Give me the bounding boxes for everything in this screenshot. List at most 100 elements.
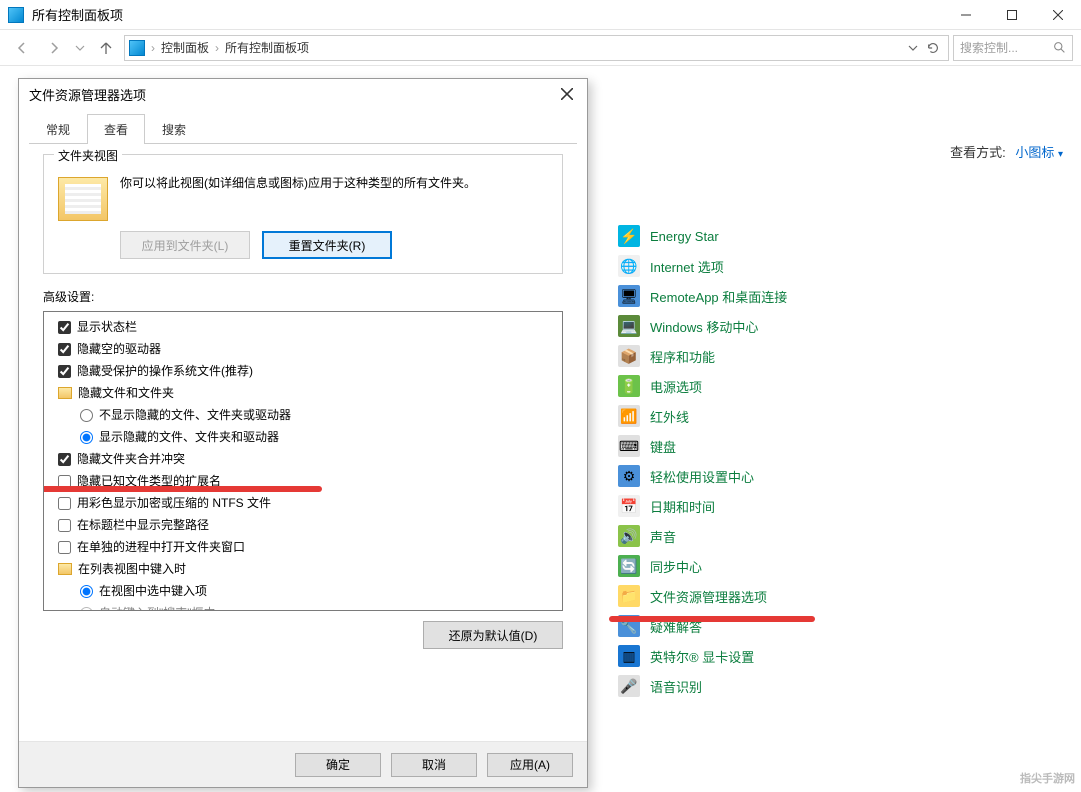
tree-label: 隐藏文件和文件夹 — [78, 382, 174, 404]
item-icon: 🎤 — [618, 675, 640, 697]
checkbox-show-full-path[interactable] — [58, 519, 71, 532]
tree-label: 在列表视图中键入时 — [78, 558, 186, 580]
control-panel-item[interactable]: ▥ 英特尔® 显卡设置 — [618, 641, 787, 671]
checkbox-hide-protected-os[interactable] — [58, 365, 71, 378]
reset-folders-button[interactable]: 重置文件夹(R) — [262, 231, 392, 259]
checkbox-separate-process[interactable] — [58, 541, 71, 554]
control-panel-icon — [8, 7, 24, 23]
window-titlebar: 所有控制面板项 — [0, 0, 1081, 30]
address-bar[interactable]: › 控制面板 › 所有控制面板项 — [124, 35, 949, 61]
search-icon — [1053, 41, 1066, 54]
group-legend: 文件夹视图 — [54, 147, 122, 164]
control-panel-item[interactable]: ⌨键盘 — [618, 431, 787, 461]
item-icon: ▥ — [618, 645, 640, 667]
navigation-bar: › 控制面板 › 所有控制面板项 搜索控制... — [0, 30, 1081, 66]
item-label: 红外线 — [650, 407, 689, 426]
checkbox-hide-empty-drives[interactable] — [58, 343, 71, 356]
search-input[interactable]: 搜索控制... — [953, 35, 1073, 61]
tree-label: 显示隐藏的文件、文件夹和驱动器 — [99, 426, 279, 448]
close-button[interactable] — [1035, 0, 1081, 30]
apply-to-folders-button[interactable]: 应用到文件夹(L) — [120, 231, 250, 259]
item-label: 轻松使用设置中心 — [650, 467, 754, 486]
tree-label: 隐藏空的驱动器 — [77, 338, 161, 360]
item-icon: 🔄 — [618, 555, 640, 577]
item-label: 文件资源管理器选项 — [650, 587, 767, 606]
item-label: 声音 — [650, 527, 676, 546]
apply-button[interactable]: 应用(A) — [487, 753, 573, 777]
control-panel-item[interactable]: 🔋 电源选项 — [618, 371, 787, 401]
folder-icon — [58, 177, 108, 221]
item-label: Windows 移动中心 — [650, 317, 758, 336]
control-panel-item[interactable]: 🌐Internet 选项 — [618, 251, 787, 281]
dialog-close-button[interactable] — [557, 84, 577, 104]
radio-select-typed[interactable] — [80, 585, 93, 598]
folder-view-group: 文件夹视图 你可以将此视图(如详细信息或图标)应用于这种类型的所有文件夹。 应用… — [43, 154, 563, 274]
item-label: 日期和时间 — [650, 497, 715, 516]
restore-defaults-button[interactable]: 还原为默认值(D) — [423, 621, 563, 649]
folder-view-text: 你可以将此视图(如详细信息或图标)应用于这种类型的所有文件夹。 — [120, 173, 548, 221]
control-panel-item[interactable]: ⚡Energy Star — [618, 221, 787, 251]
control-panel-item[interactable]: 📦程序和功能 — [618, 341, 787, 371]
tree-label: 在单独的进程中打开文件夹窗口 — [77, 536, 245, 558]
checkbox-show-status-bar[interactable] — [58, 321, 71, 334]
tree-label: 用彩色显示加密或压缩的 NTFS 文件 — [77, 492, 271, 514]
cancel-button[interactable]: 取消 — [391, 753, 477, 777]
refresh-icon[interactable] — [926, 41, 940, 55]
up-button[interactable] — [92, 34, 120, 62]
breadcrumb-item[interactable]: 所有控制面板项 — [225, 39, 309, 56]
control-panel-item[interactable]: 📅 日期和时间 — [618, 491, 787, 521]
control-panel-list: ⚡Energy Star🌐Internet 选项 🖥 RemoteApp 和桌面连接… — [618, 221, 787, 701]
radio-dont-show-hidden[interactable] — [80, 409, 93, 422]
item-icon: 🌐 — [618, 255, 640, 277]
recent-dropdown[interactable] — [72, 34, 88, 62]
control-panel-item[interactable]: 🔄 同步中心 — [618, 551, 787, 581]
control-panel-item[interactable]: 🖥 RemoteApp 和桌面连接 — [618, 281, 787, 311]
ok-button[interactable]: 确定 — [295, 753, 381, 777]
item-icon: 📦 — [618, 345, 640, 367]
control-panel-item[interactable]: 🔊 声音 — [618, 521, 787, 551]
item-label: RemoteApp 和桌面连接 — [650, 287, 787, 306]
radio-auto-typed[interactable] — [80, 607, 93, 612]
dialog-tabs: 常规 查看 搜索 — [29, 113, 577, 144]
view-mode-link[interactable]: 小图标 ▾ — [1015, 145, 1063, 160]
item-label: 同步中心 — [650, 557, 702, 576]
control-panel-item[interactable]: 🎤语音识别 — [618, 671, 787, 701]
tree-label: 隐藏受保护的操作系统文件(推荐) — [77, 360, 253, 382]
dropdown-icon[interactable] — [908, 43, 918, 53]
checkbox-color-encrypted[interactable] — [58, 497, 71, 510]
item-icon: 🔊 — [618, 525, 640, 547]
control-panel-item[interactable]: 💻 Windows 移动中心 — [618, 311, 787, 341]
tab-view[interactable]: 查看 — [87, 114, 145, 144]
item-icon: 🖥 — [618, 285, 640, 307]
folder-options-dialog: 文件资源管理器选项 常规 查看 搜索 文件夹视图 你可以将此视图(如详细信息或图… — [18, 78, 588, 788]
item-label: Energy Star — [650, 229, 719, 244]
item-icon: 📅 — [618, 495, 640, 517]
annotation-line — [609, 616, 815, 622]
tree-label: 在视图中选中键入项 — [99, 580, 207, 602]
control-panel-item[interactable]: 📶红外线 — [618, 401, 787, 431]
radio-show-hidden[interactable] — [80, 431, 93, 444]
dialog-title: 文件资源管理器选项 — [29, 85, 557, 104]
item-label: 英特尔® 显卡设置 — [650, 647, 754, 666]
view-mode-selector: 查看方式: 小图标 ▾ — [950, 142, 1063, 161]
tab-general[interactable]: 常规 — [29, 114, 87, 144]
folder-icon — [58, 563, 72, 575]
control-panel-icon — [129, 40, 145, 56]
advanced-settings-tree[interactable]: 显示状态栏 隐藏空的驱动器 隐藏受保护的操作系统文件(推荐) 隐藏文件和文件夹 … — [43, 311, 563, 611]
item-icon: 🔋 — [618, 375, 640, 397]
back-button[interactable] — [8, 34, 36, 62]
tree-label: 显示状态栏 — [77, 316, 137, 338]
control-panel-item[interactable]: 📁文件资源管理器选项 — [618, 581, 787, 611]
dialog-titlebar: 文件资源管理器选项 — [19, 79, 587, 109]
control-panel-item[interactable]: ⚙轻松使用设置中心 — [618, 461, 787, 491]
minimize-button[interactable] — [943, 0, 989, 30]
maximize-button[interactable] — [989, 0, 1035, 30]
tab-search[interactable]: 搜索 — [145, 114, 203, 144]
tab-content-view: 文件夹视图 你可以将此视图(如详细信息或图标)应用于这种类型的所有文件夹。 应用… — [29, 144, 577, 741]
breadcrumb-item[interactable]: 控制面板 — [161, 39, 209, 56]
checkbox-hide-merge-conflicts[interactable] — [58, 453, 71, 466]
item-label: 电源选项 — [650, 377, 702, 396]
view-mode-label: 查看方式: — [950, 145, 1006, 160]
item-icon: 💻 — [618, 315, 640, 337]
forward-button[interactable] — [40, 34, 68, 62]
